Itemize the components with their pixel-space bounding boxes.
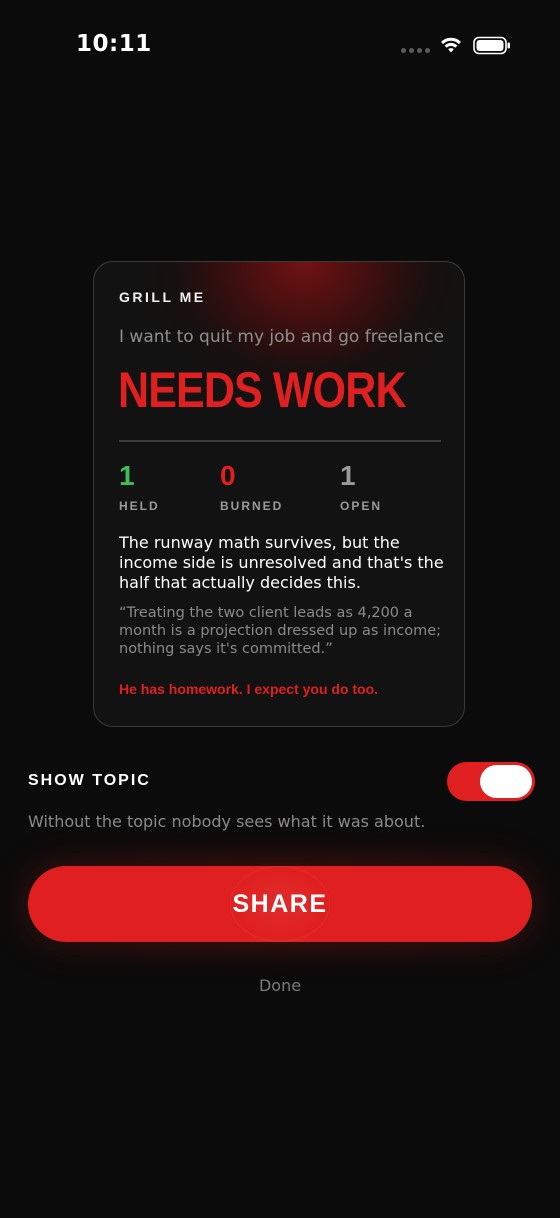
card-summary: The runway math survives, but the income…: [119, 533, 444, 592]
card-kicker: GRILL ME: [119, 289, 206, 305]
signal-dots-icon: [401, 48, 430, 53]
status-time: 10:11: [76, 31, 152, 57]
toggle-knob[interactable]: [480, 765, 532, 798]
card-quote: “Treating the two client leads as 4,200 …: [119, 605, 442, 657]
stat-open: 1 OPEN: [340, 459, 382, 513]
wifi-icon: [441, 37, 461, 53]
stat-held-value: 1: [119, 460, 135, 491]
stat-burned-label: BURNED: [220, 499, 284, 513]
share-button[interactable]: SHARE: [28, 866, 532, 942]
battery-icon: [473, 36, 510, 55]
card-homework: He has homework. I expect you do too.: [119, 681, 379, 697]
show-topic-label: SHOW TOPIC: [28, 772, 151, 789]
card-topic: I want to quit my job and go freelance: [119, 327, 444, 347]
stat-open-label: OPEN: [340, 499, 383, 513]
show-topic-toggle[interactable]: [447, 762, 535, 801]
verdict-title: NEEDS WORK: [118, 362, 407, 418]
stat-held-label: HELD: [119, 499, 160, 513]
stat-held: 1 HELD: [119, 459, 160, 513]
stat-burned: 0 BURNED: [220, 459, 283, 513]
share-label: SHARE: [232, 889, 328, 918]
done-button[interactable]: Done: [0, 976, 560, 995]
stat-open-value: 1: [340, 460, 356, 491]
card-divider: [119, 440, 441, 442]
verdict-card: GRILL ME I want to quit my job and go fr…: [93, 261, 465, 727]
stat-burned-value: 0: [220, 460, 236, 491]
show-topic-help: Without the topic nobody sees what it wa…: [28, 812, 426, 831]
